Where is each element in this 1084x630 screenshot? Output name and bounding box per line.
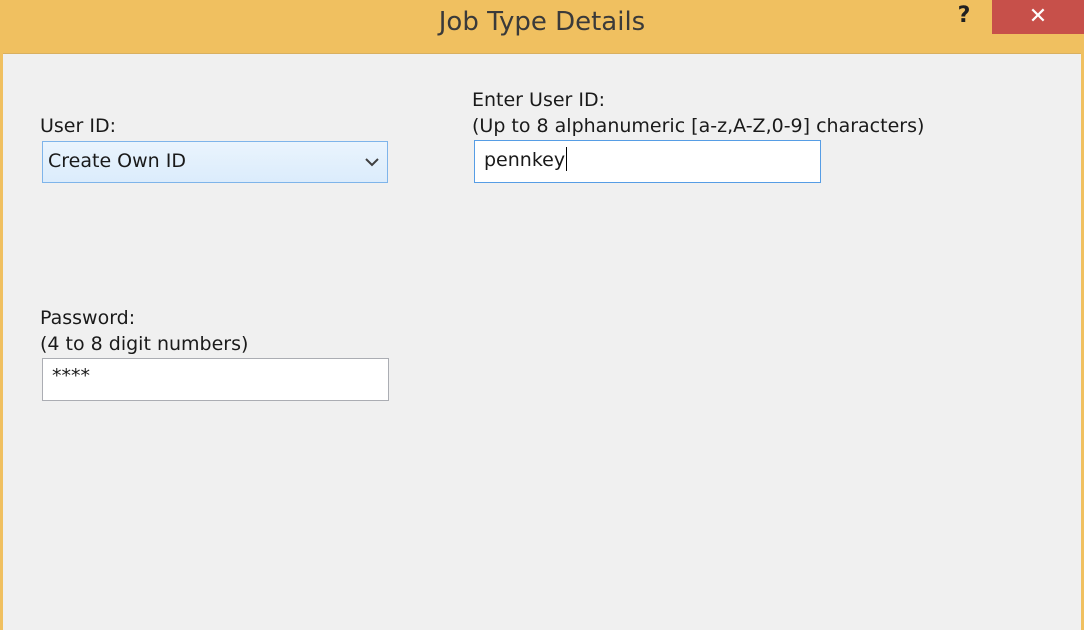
chevron-down-icon	[365, 158, 379, 167]
enter-user-id-hint: (Up to 8 alphanumeric [a-z,A-Z,0-9] char…	[472, 115, 925, 137]
password-hint: (4 to 8 digit numbers)	[40, 333, 249, 355]
user-id-label: User ID:	[40, 115, 116, 137]
dialog-window: Job Type Details ? ✕ User ID: Create Own…	[0, 0, 1084, 630]
password-input[interactable]: ****	[42, 358, 389, 401]
window-title: Job Type Details	[438, 7, 646, 37]
close-icon: ✕	[1028, 4, 1048, 29]
enter-user-id-label: Enter User ID:	[472, 89, 606, 111]
text-caret	[566, 147, 568, 171]
user-id-selected-value: Create Own ID	[48, 150, 186, 172]
password-label: Password:	[40, 307, 136, 329]
user-id-dropdown[interactable]: Create Own ID	[42, 141, 388, 183]
help-button[interactable]: ?	[946, 0, 982, 32]
close-button[interactable]: ✕	[992, 0, 1084, 34]
password-input-value: ****	[52, 365, 90, 387]
title-bar[interactable]: Job Type Details ? ✕	[0, 0, 1084, 52]
dialog-body: User ID: Create Own ID Enter User ID: (U…	[3, 53, 1081, 630]
user-id-input-value: pennkey	[484, 149, 566, 171]
user-id-input[interactable]: pennkey	[474, 140, 821, 183]
